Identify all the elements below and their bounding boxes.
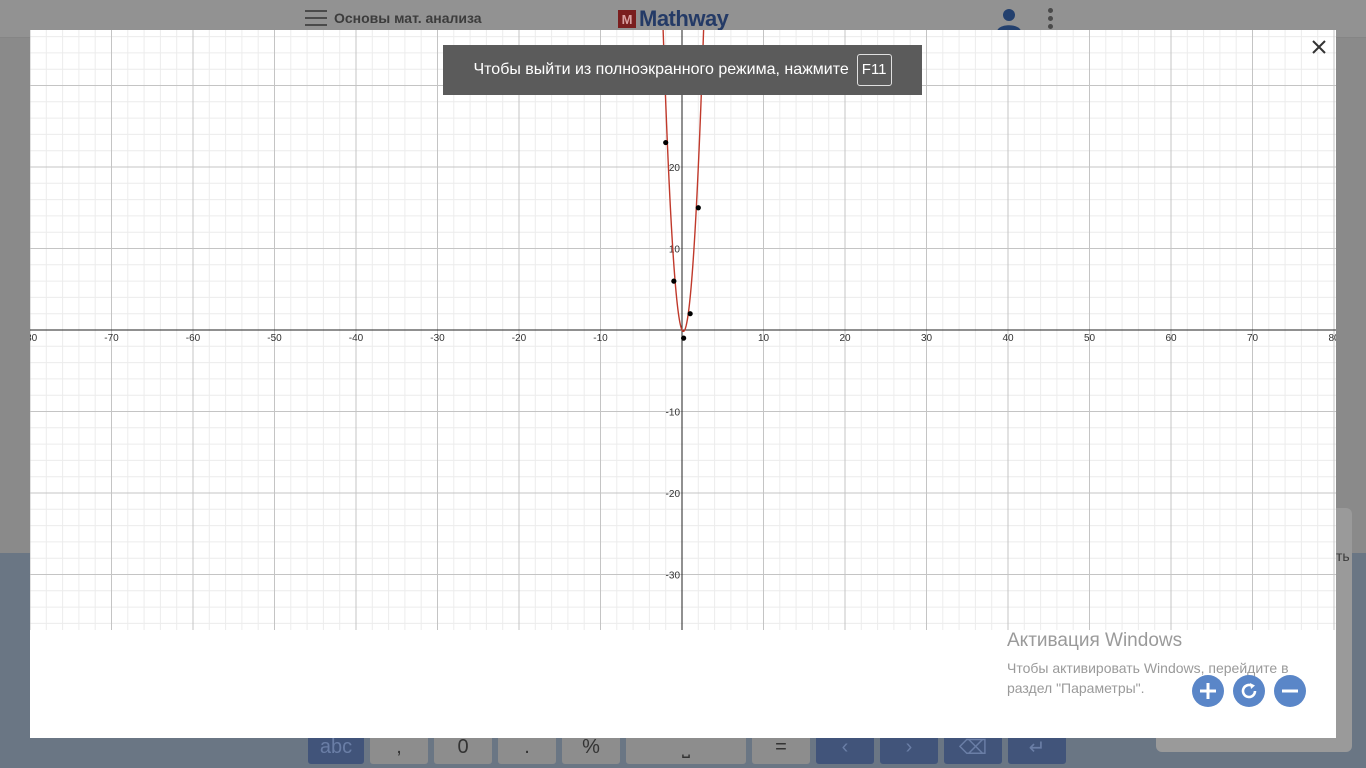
x-tick-label: 50	[1084, 333, 1096, 344]
x-tick-label: 60	[1165, 333, 1177, 344]
graph-plot[interactable]: -80 -70 -60 -50 -40 -30 -20 -10 10 20 30 40 50 60 70 80…	[30, 30, 1336, 630]
logo-mark: M	[618, 10, 636, 28]
graph-modal: -80 -70 -60 -50 -40 -30 -20 -10 10 20 30 40 50 60 70 80…	[30, 30, 1336, 738]
fullscreen-banner-text: Чтобы выйти из полноэкранного режима, на…	[473, 61, 849, 78]
x-tick-label: 30	[921, 333, 933, 344]
x-tick-label: -60	[186, 333, 201, 344]
y-tick-label: -20	[666, 489, 681, 500]
x-tick-label: 40	[1002, 333, 1014, 344]
minus-icon	[1282, 689, 1298, 693]
fullscreen-key: F11	[856, 54, 892, 86]
x-tick-label: -10	[593, 333, 608, 344]
data-point	[663, 139, 669, 146]
x-tick-label: -40	[349, 333, 364, 344]
side-card-label: ть	[1336, 548, 1350, 564]
zoom-in-button[interactable]	[1192, 675, 1224, 707]
data-point	[681, 335, 687, 341]
x-tick-label: 80	[1328, 333, 1336, 344]
y-tick-label: 10	[669, 245, 681, 256]
x-tick-label: -70	[104, 333, 119, 344]
zoom-out-button[interactable]	[1274, 675, 1306, 707]
x-tick-label: 20	[839, 333, 851, 344]
y-tick-label: -30	[666, 571, 681, 582]
zoom-controls	[1192, 675, 1306, 707]
x-tick-label: 70	[1247, 333, 1259, 344]
fullscreen-banner: Чтобы выйти из полноэкранного режима, на…	[443, 45, 922, 95]
y-tick-label: 20	[669, 163, 681, 174]
mathway-logo[interactable]: M Mathway	[618, 6, 729, 32]
data-point	[671, 278, 677, 284]
x-tick-label: 10	[758, 333, 770, 344]
refresh-icon	[1241, 683, 1257, 699]
x-tick-label: -80	[30, 333, 38, 344]
y-tick-label: -10	[666, 408, 681, 419]
more-options-icon[interactable]	[1044, 8, 1056, 32]
menu-icon[interactable]	[305, 10, 327, 26]
user-icon[interactable]	[996, 8, 1022, 32]
activation-title: Активация Windows	[1007, 630, 1183, 651]
data-point	[687, 311, 693, 317]
x-tick-label: -30	[430, 333, 445, 344]
logo-text: Mathway	[639, 6, 729, 31]
app-title[interactable]: Основы мат. анализа	[334, 10, 482, 26]
x-tick-label: -20	[512, 333, 527, 344]
close-icon[interactable]	[1308, 36, 1330, 58]
data-point	[695, 205, 701, 211]
x-tick-label: -50	[267, 333, 282, 344]
plus-icon	[1200, 683, 1216, 699]
reset-view-button[interactable]	[1233, 675, 1265, 707]
